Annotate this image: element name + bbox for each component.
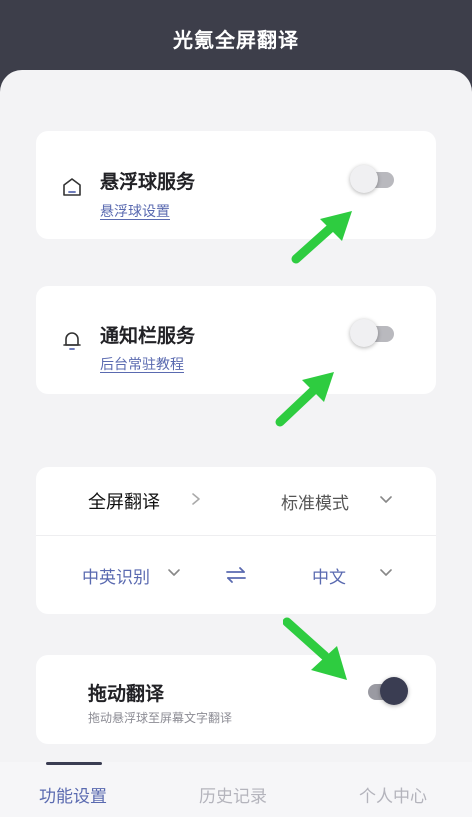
notification-service-title: 通知栏服务 <box>100 325 196 347</box>
chevron-down-icon[interactable] <box>166 566 182 580</box>
toggle-knob <box>350 165 378 193</box>
tab-personal-center[interactable]: 个人中心 <box>359 782 427 807</box>
page-title: 光氪全屏翻译 <box>173 28 299 52</box>
background-tutorial-link[interactable]: 后台常驻教程 <box>100 354 184 374</box>
notification-toggle[interactable] <box>350 319 396 347</box>
floating-ball-toggle[interactable] <box>350 165 396 193</box>
annotation-arrow-icon <box>291 211 352 264</box>
floating-ball-settings-link[interactable]: 悬浮球设置 <box>100 201 170 221</box>
divider <box>36 535 436 536</box>
notification-service-card: 通知栏服务 后台常驻教程 <box>36 286 436 394</box>
swap-icon[interactable] <box>224 563 248 587</box>
drag-translate-toggle[interactable] <box>362 677 408 705</box>
bell-icon <box>63 332 81 350</box>
drag-translate-description: 拖动悬浮球至屏幕文字翻译 <box>88 711 233 725</box>
drag-translate-title: 拖动翻译 <box>88 683 165 705</box>
fullscreen-translate-label[interactable]: 全屏翻译 <box>88 488 160 514</box>
drag-translate-card: 拖动翻译 拖动悬浮球至屏幕文字翻译 <box>36 655 436 744</box>
app-header: 光氪全屏翻译 <box>0 0 472 80</box>
active-tab-indicator <box>46 762 102 765</box>
toggle-knob <box>380 677 408 705</box>
home-icon <box>63 178 81 196</box>
target-language-select[interactable]: 中文 <box>312 563 346 588</box>
tab-function-settings[interactable]: 功能设置 <box>39 782 107 807</box>
chevron-down-icon[interactable] <box>378 566 394 580</box>
chevron-right-icon[interactable] <box>189 489 203 509</box>
tab-history[interactable]: 历史记录 <box>199 782 267 807</box>
floating-ball-card: 悬浮球服务 悬浮球设置 <box>36 131 436 239</box>
fullscreen-translate-card: 全屏翻译 标准模式 中英识别 中文 <box>36 467 436 614</box>
source-language-select[interactable]: 中英识别 <box>82 563 150 588</box>
annotation-arrow-icon <box>275 372 334 427</box>
floating-ball-service-title: 悬浮球服务 <box>100 171 196 193</box>
mode-select[interactable]: 标准模式 <box>281 489 349 514</box>
chevron-down-icon[interactable] <box>378 493 394 507</box>
bottom-tab-bar: 功能设置 历史记录 个人中心 <box>0 762 472 817</box>
toggle-knob <box>350 319 378 347</box>
annotation-arrow-icon <box>283 617 347 680</box>
